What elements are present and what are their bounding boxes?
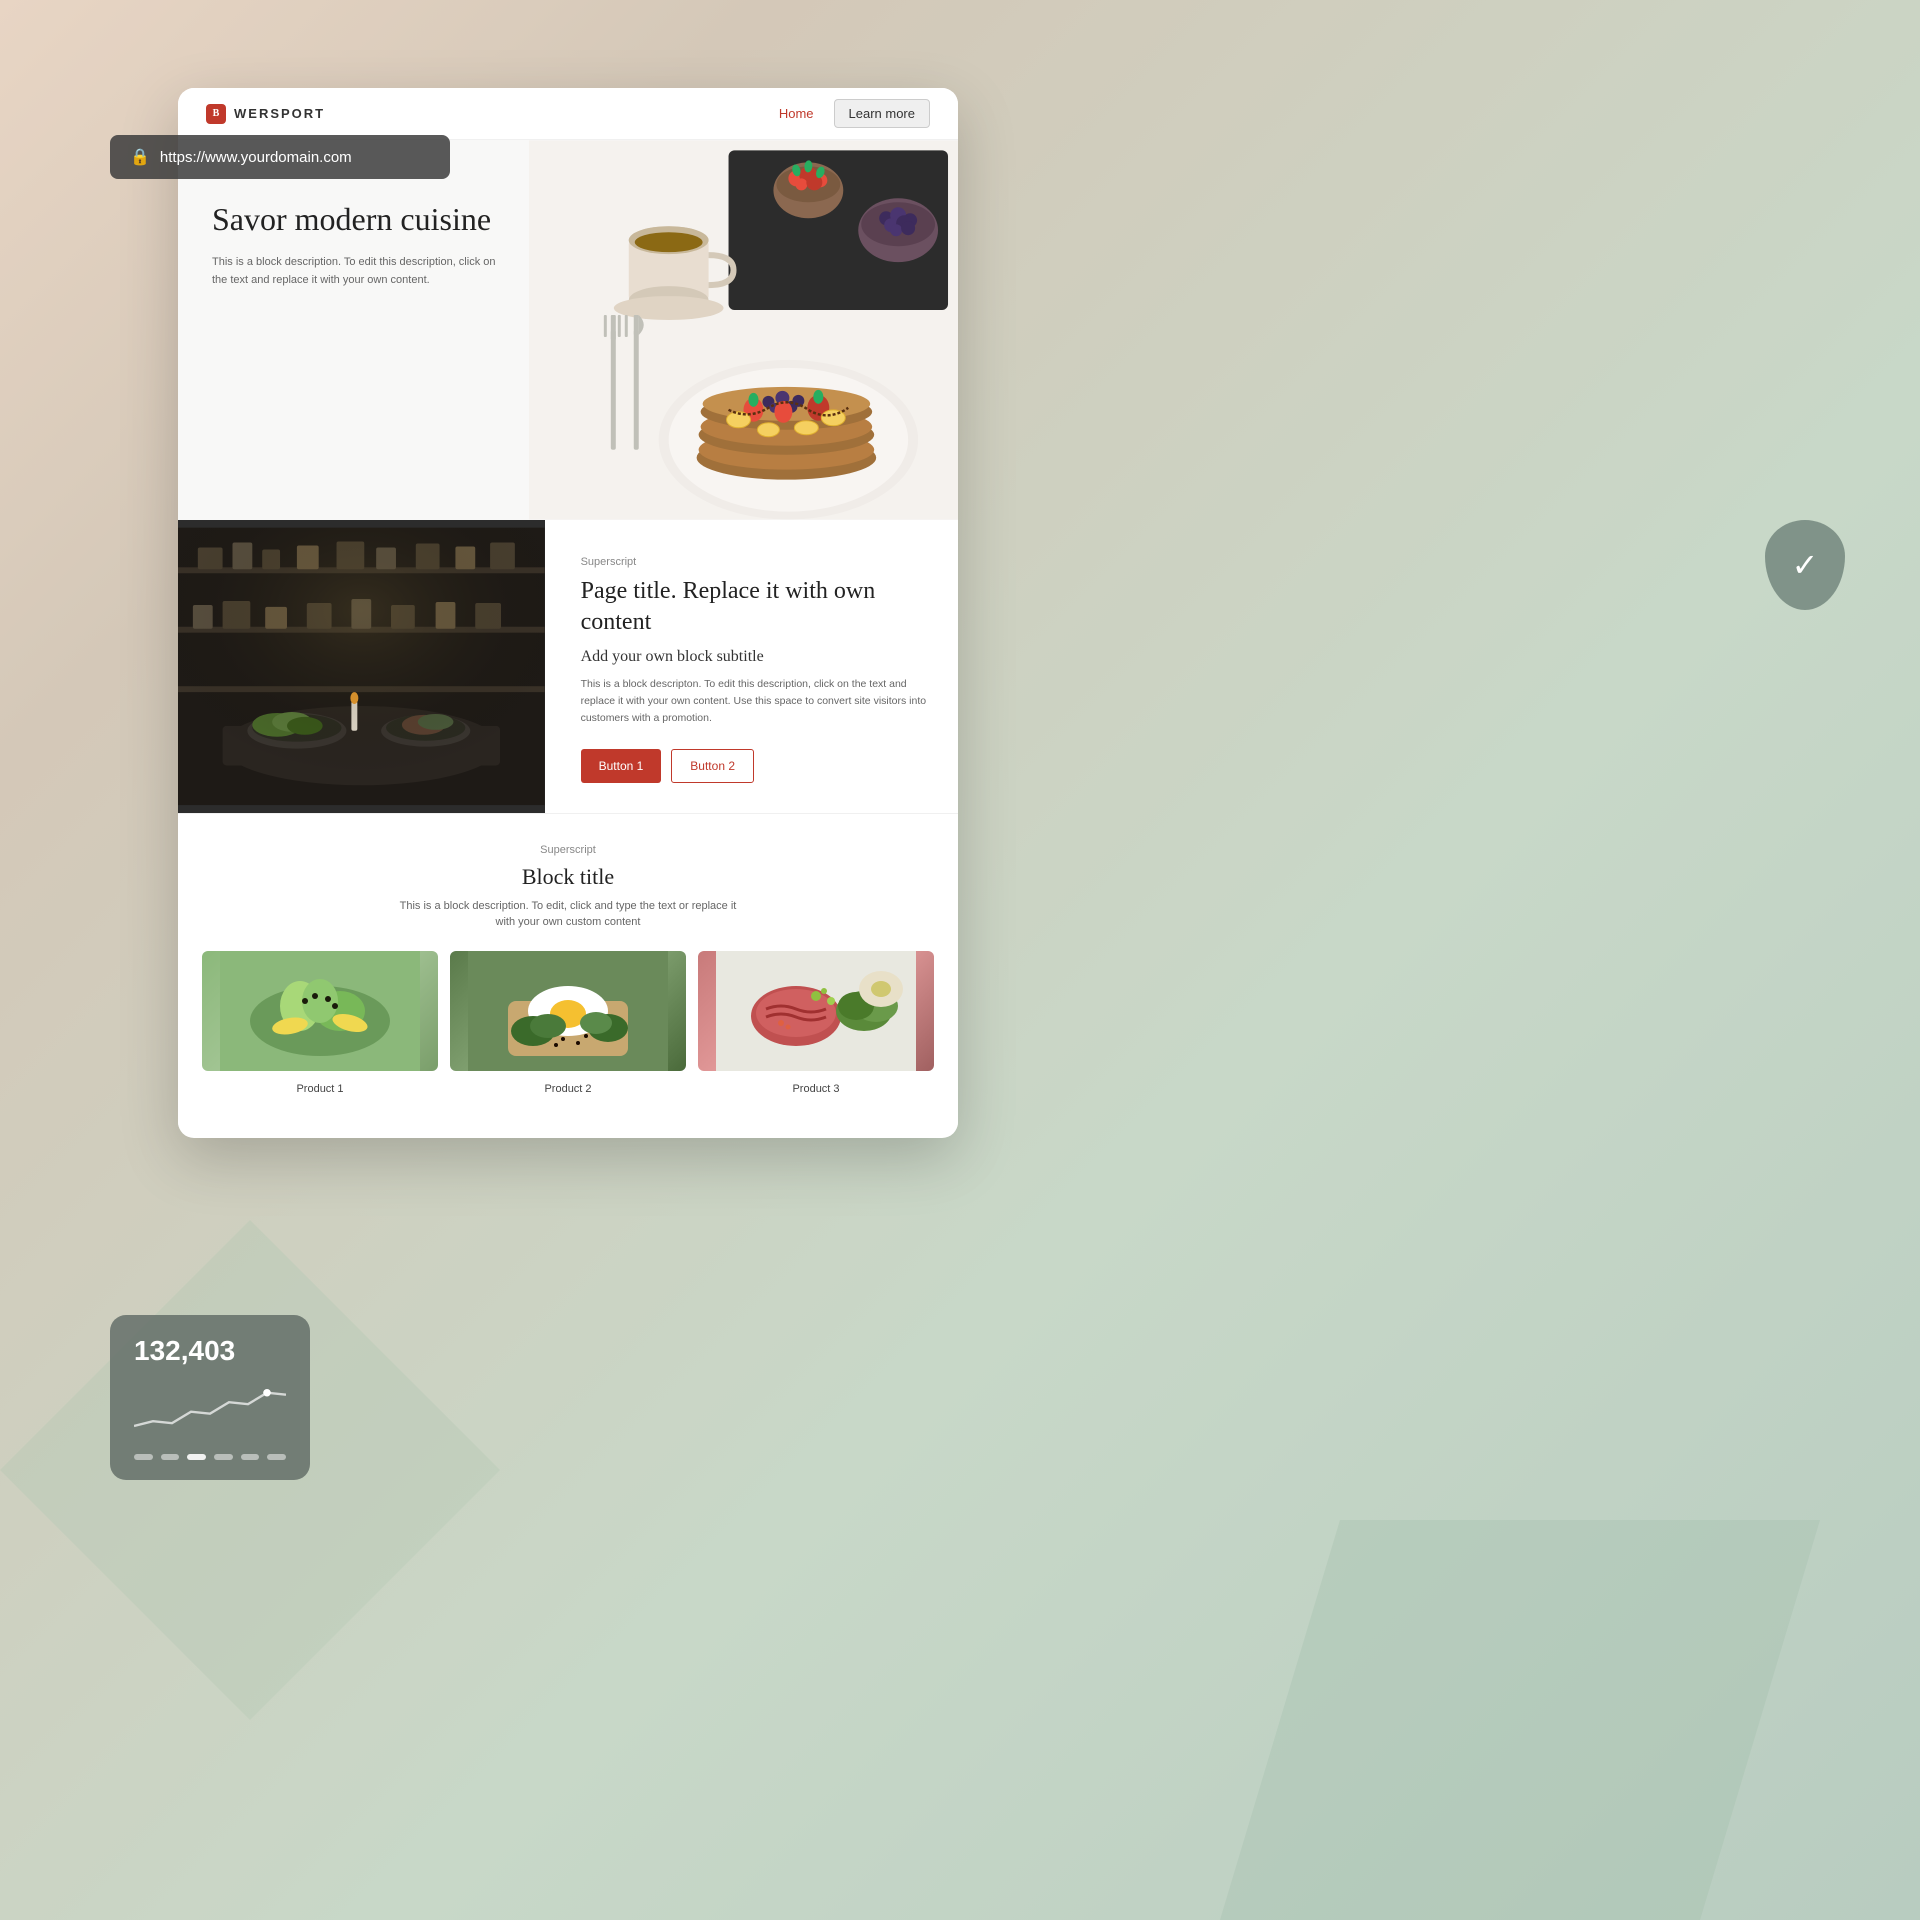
product-2-label: Product 2 — [544, 1083, 591, 1095]
bg-shape-right — [1220, 1520, 1820, 1920]
logo-icon: B — [206, 104, 226, 124]
check-icon: ✓ — [1792, 546, 1819, 584]
hero-section: Savor modern cuisine This is a block des… — [178, 140, 958, 520]
restaurant-illustration — [178, 520, 545, 813]
brand-name: WERSPORT — [234, 106, 325, 121]
nav-logo: B WERSPORT — [206, 104, 325, 124]
nav-home-link[interactable]: Home — [779, 106, 814, 121]
stats-widget: 132,403 — [110, 1315, 310, 1480]
product-image-2 — [450, 951, 686, 1071]
hero-description: This is a block description. To edit thi… — [212, 254, 499, 289]
browser-window: B WERSPORT Home Learn more Savor modern … — [178, 88, 958, 1138]
hero-title: Savor modern cuisine — [212, 200, 499, 238]
hero-image — [529, 140, 958, 520]
product-image-3 — [698, 951, 934, 1071]
restaurant-image-container — [178, 520, 545, 813]
block-section-header: Superscript Block title This is a block … — [202, 844, 934, 931]
stats-dot-active — [187, 1454, 206, 1460]
product-image-1 — [202, 951, 438, 1071]
second-content: Superscript Page title. Replace it with … — [545, 520, 958, 813]
section-title: Page title. Replace it with own content — [581, 576, 928, 638]
button-group: Button 1 Button 2 — [581, 749, 928, 783]
button-1[interactable]: Button 1 — [581, 749, 662, 783]
block-title: Block title — [202, 864, 934, 890]
nav-links: Home Learn more — [779, 99, 930, 128]
lock-icon: 🔒 — [130, 147, 150, 167]
stats-chart — [134, 1377, 286, 1437]
section-description: This is a block descripton. To edit this… — [581, 676, 928, 726]
block-description: This is a block description. To edit, cl… — [398, 898, 738, 931]
block-superscript: Superscript — [202, 844, 934, 856]
product-card-2: Product 2 — [450, 951, 686, 1097]
stats-dot — [134, 1454, 153, 1460]
logo-letter: B — [213, 108, 220, 119]
product-1-label: Product 1 — [296, 1083, 343, 1095]
stats-dot — [267, 1454, 286, 1460]
stats-number: 132,403 — [134, 1335, 286, 1367]
block-section: Superscript Block title This is a block … — [178, 813, 958, 1127]
product-card-3: Product 3 — [698, 951, 934, 1097]
stats-dot — [161, 1454, 180, 1460]
button-2[interactable]: Button 2 — [671, 749, 754, 783]
stats-dot — [214, 1454, 233, 1460]
stats-dot — [241, 1454, 260, 1460]
hero-content: Savor modern cuisine This is a block des… — [178, 140, 529, 520]
url-text: https://www.yourdomain.com — [160, 149, 352, 166]
superscript-label: Superscript — [581, 556, 928, 568]
section-subtitle: Add your own block subtitle — [581, 648, 928, 666]
nav-bar: B WERSPORT Home Learn more — [178, 88, 958, 140]
product-card-1: Product 1 — [202, 951, 438, 1097]
stats-dots — [134, 1454, 286, 1460]
learn-more-button[interactable]: Learn more — [834, 99, 930, 128]
security-badge: ✓ — [1765, 520, 1845, 610]
product-3-label: Product 3 — [792, 1083, 839, 1095]
second-section: Superscript Page title. Replace it with … — [178, 520, 958, 813]
products-grid: Product 1 — [202, 951, 934, 1097]
url-bar: 🔒 https://www.yourdomain.com — [110, 135, 450, 179]
food-illustration — [529, 140, 958, 520]
